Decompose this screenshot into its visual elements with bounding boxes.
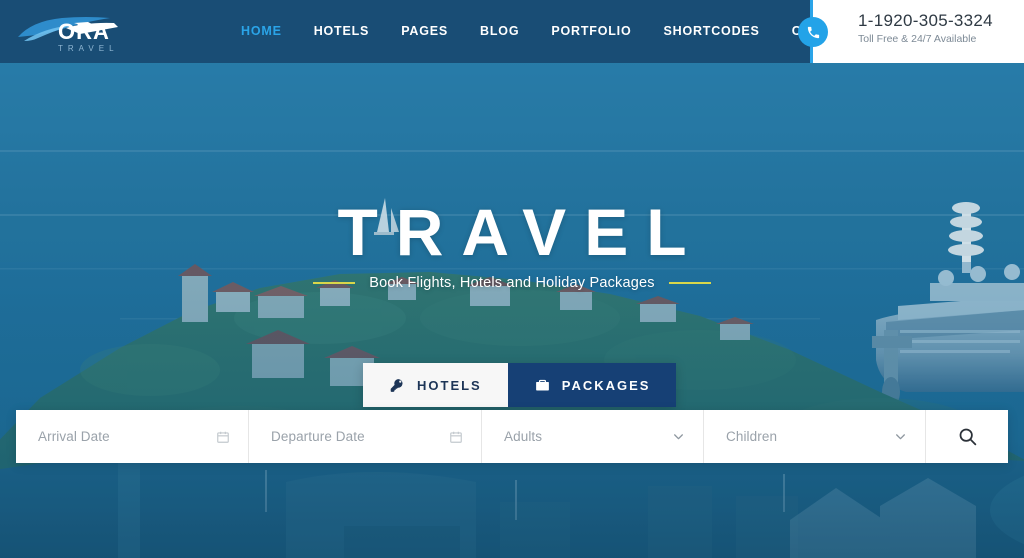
nav-item-blog[interactable]: BLOG bbox=[464, 0, 535, 63]
tab-packages-label: PACKAGES bbox=[561, 377, 651, 393]
arrival-date-placeholder: Arrival Date bbox=[38, 429, 110, 444]
hero-subtitle-group: Book Flights, Hotels and Holiday Package… bbox=[0, 275, 1024, 291]
nav-item-hotels[interactable]: HOTELS bbox=[298, 0, 386, 63]
search-bar[interactable]: Arrival Date Departure Date Adults Child… bbox=[16, 410, 1008, 463]
tab-packages[interactable]: PACKAGES bbox=[507, 363, 677, 407]
search-tabs[interactable]: HOTELS PACKAGES bbox=[363, 363, 677, 407]
svg-text:ORA: ORA bbox=[58, 19, 110, 44]
chevron-down-icon bbox=[896, 434, 905, 440]
phone-handset-glyph bbox=[807, 26, 819, 38]
key-icon bbox=[390, 378, 403, 392]
nav-item-pages[interactable]: PAGES bbox=[385, 0, 464, 63]
adults-select[interactable]: Adults bbox=[482, 410, 704, 463]
phone-contact-panel[interactable]: 1-1920-305-3324 Toll Free & 24/7 Availab… bbox=[813, 0, 1024, 63]
calendar-icon bbox=[450, 431, 462, 443]
subtitle-dash-right bbox=[668, 282, 711, 284]
hero-title: TRAVEL bbox=[337, 195, 705, 269]
arrival-date-field[interactable]: Arrival Date bbox=[16, 410, 249, 463]
phone-text-group: 1-1920-305-3324 Toll Free & 24/7 Availab… bbox=[858, 10, 1018, 47]
phone-number: 1-1920-305-3324 bbox=[858, 11, 993, 30]
main-navigation[interactable]: HOME HOTELS PAGES BLOG PORTFOLIO SHORTCO… bbox=[225, 0, 873, 63]
search-icon bbox=[959, 428, 976, 446]
phone-subtitle: Toll Free & 24/7 Available bbox=[858, 33, 977, 45]
svg-text:TRAVEL: TRAVEL bbox=[58, 44, 119, 53]
departure-date-field[interactable]: Departure Date bbox=[249, 410, 482, 463]
briefcase-icon bbox=[535, 379, 549, 390]
logo[interactable]: ORA TRAVEL bbox=[14, 9, 194, 55]
calendar-icon bbox=[217, 431, 229, 443]
nav-item-shortcodes[interactable]: SHORTCODES bbox=[647, 0, 775, 63]
tab-hotels[interactable]: HOTELS bbox=[363, 363, 508, 407]
airplane-logo-icon: ORA TRAVEL bbox=[18, 17, 119, 53]
chevron-down-icon bbox=[674, 434, 683, 440]
departure-date-placeholder: Departure Date bbox=[271, 429, 365, 444]
phone-icon[interactable] bbox=[798, 17, 828, 47]
nav-item-portfolio[interactable]: PORTFOLIO bbox=[535, 0, 647, 63]
site-header: ORA TRAVEL HOME HOTELS PAGES BLOG PORTFO… bbox=[0, 0, 1024, 63]
search-submit-button[interactable] bbox=[926, 410, 1008, 463]
tab-hotels-label: HOTELS bbox=[417, 377, 482, 393]
adults-placeholder: Adults bbox=[504, 429, 543, 444]
nav-item-home[interactable]: HOME bbox=[225, 0, 298, 63]
children-select[interactable]: Children bbox=[704, 410, 926, 463]
hero-subtitle: Book Flights, Hotels and Holiday Package… bbox=[369, 275, 655, 291]
subtitle-dash-left bbox=[313, 282, 356, 284]
children-placeholder: Children bbox=[726, 429, 778, 444]
